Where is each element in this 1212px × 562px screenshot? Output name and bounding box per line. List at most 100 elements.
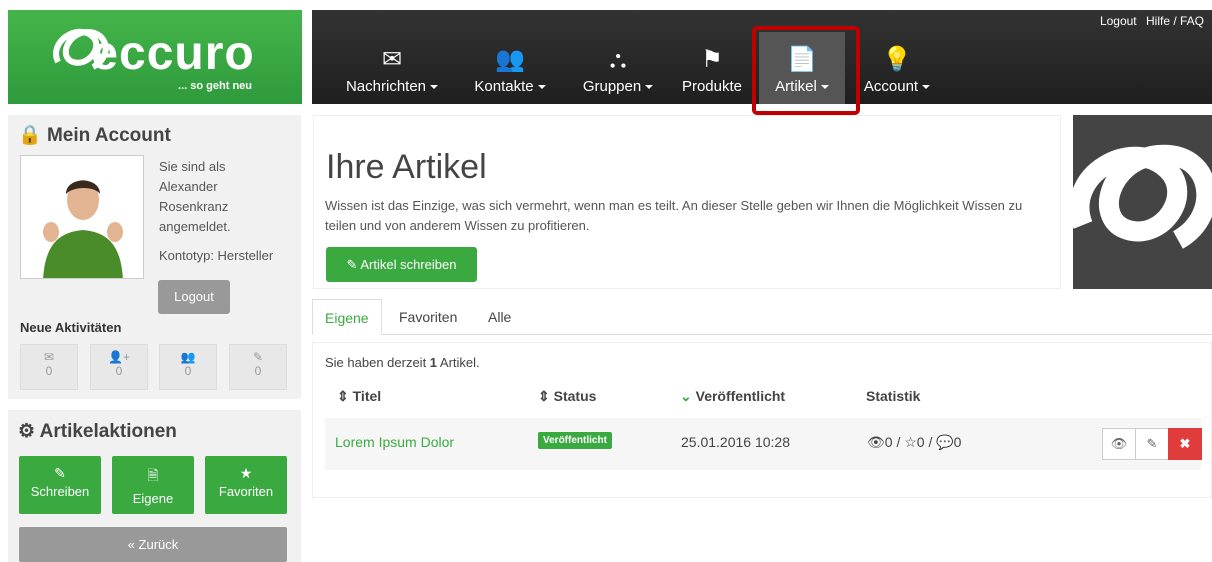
- status-badge: Veröffentlicht: [538, 432, 612, 449]
- account-info: Sie sind als Alexander Rosenkranz angeme…: [159, 157, 273, 266]
- write-article-button[interactable]: ✎ Artikel schreiben: [326, 247, 477, 282]
- intro-box: Ihre Artikel Wissen ist das Einzige, was…: [313, 115, 1061, 289]
- caret-down-icon: [922, 85, 931, 90]
- nav-nachrichten[interactable]: ✉ Nachrichten: [336, 10, 448, 104]
- column-header-title[interactable]: ⇕ Titel: [337, 388, 381, 405]
- sort-icon: ⇕: [538, 388, 550, 404]
- top-links: Logout Hilfe / FAQ: [1094, 14, 1204, 28]
- article-summary: Sie haben derzeit 1 Artikel.: [325, 355, 480, 370]
- avatar: [20, 155, 144, 279]
- favorites-button-label: Favoriten: [218, 484, 274, 499]
- page-title: Ihre Artikel: [326, 148, 487, 186]
- column-header-published[interactable]: ⌄ Veröffentlicht: [680, 388, 785, 405]
- activity-count: 0: [115, 364, 123, 378]
- account-line: Sie sind als: [159, 159, 226, 174]
- eccuro-emblem-image: [1073, 115, 1212, 289]
- write-article-label: Artikel schreiben: [360, 257, 457, 272]
- back-button[interactable]: « Zurück: [19, 527, 287, 562]
- summary-count: 1: [429, 355, 438, 370]
- nav-label: Kontakte: [474, 78, 534, 95]
- favorites-button[interactable]: ★ Favoriten: [205, 456, 287, 514]
- pencil-icon: ✎: [54, 465, 66, 481]
- activity-articles[interactable]: ✎ 0: [229, 344, 287, 390]
- intro-text: Wissen ist das Einzige, was sich vermehr…: [325, 198, 1023, 233]
- article-title-link[interactable]: Lorem Ipsum Dolor: [335, 434, 454, 450]
- column-header-status[interactable]: ⇕ Status: [538, 388, 596, 405]
- actions-title: ⚙ Artikelaktionen: [18, 420, 177, 443]
- brand-name: eccuro: [91, 26, 255, 80]
- edit-button[interactable]: ✎: [1135, 428, 1169, 460]
- tab-bar: Eigene Favoriten Alle: [312, 299, 1212, 335]
- nav-label: Account: [863, 78, 919, 95]
- activity-groups[interactable]: 👥 0: [159, 344, 217, 390]
- header-label: Titel: [352, 388, 382, 404]
- account-line: angemeldet.: [159, 219, 231, 234]
- nav-label: Nachrichten: [345, 78, 427, 95]
- tab-favoriten[interactable]: Favoriten: [387, 299, 469, 335]
- edit-icon: ✎: [252, 350, 264, 364]
- close-icon: ✖: [1179, 436, 1191, 451]
- lock-icon: 🔒: [18, 125, 42, 146]
- users-icon: 👥: [495, 46, 525, 73]
- activity-messages[interactable]: ✉ 0: [20, 344, 78, 390]
- article-list: Sie haben derzeit 1 Artikel. ⇕ Titel ⇕ S…: [312, 342, 1212, 498]
- caret-down-icon: [430, 85, 439, 90]
- account-title-text: Mein Account: [46, 125, 171, 146]
- caret-down-icon: [537, 85, 546, 90]
- lightbulb-icon: 💡: [882, 46, 912, 73]
- article-actions-panel: ⚙ Artikelaktionen ✎ Schreiben 🗎 Eigene ★…: [8, 410, 301, 562]
- envelope-icon: ✉: [43, 350, 55, 364]
- column-header-stats: Statistik: [866, 388, 921, 404]
- chevron-down-icon: ⌄: [680, 388, 692, 404]
- tab-alle[interactable]: Alle: [476, 299, 523, 335]
- write-button-label: Schreiben: [30, 484, 90, 499]
- logout-button[interactable]: Logout: [158, 280, 230, 314]
- actions-title-text: Artikelaktionen: [39, 421, 177, 442]
- file-icon: 🗎: [147, 467, 159, 483]
- avatar-image: [21, 156, 143, 278]
- add-user-icon: 👤+: [108, 350, 130, 364]
- eye-icon: 👁: [1110, 436, 1128, 451]
- activities-title: Neue Aktivitäten: [20, 320, 122, 335]
- knot-icon: [1073, 144, 1212, 249]
- activity-count: 0: [254, 364, 262, 378]
- flag-icon: ⚑: [701, 46, 723, 73]
- pencil-icon: ✎: [346, 257, 358, 272]
- help-faq-link[interactable]: Hilfe / FAQ: [1146, 14, 1204, 28]
- table-row: Lorem Ipsum Dolor Veröffentlicht 25.01.2…: [325, 418, 1202, 470]
- delete-button[interactable]: ✖: [1168, 428, 1202, 460]
- eccuro-logo[interactable]: eccuro ... so geht neu: [8, 10, 302, 104]
- sort-icon: ⇕: [337, 388, 349, 404]
- gear-icon: ⚙: [18, 421, 36, 442]
- activity-contacts[interactable]: 👤+ 0: [90, 344, 148, 390]
- nav-label: Produkte: [681, 78, 743, 95]
- group-network-icon: ⛬: [609, 46, 627, 73]
- tab-eigene[interactable]: Eigene: [312, 299, 382, 335]
- published-date: 25.01.2016 10:28: [681, 434, 790, 450]
- star-icon: ★: [239, 465, 253, 481]
- view-button[interactable]: 👁: [1102, 428, 1136, 460]
- nav-account[interactable]: 💡 Account: [852, 10, 942, 104]
- logout-link[interactable]: Logout: [1100, 14, 1137, 28]
- account-type: Kontotyp: Hersteller: [159, 248, 274, 263]
- account-line: Alexander: [159, 179, 218, 194]
- nav-produkte[interactable]: ⚑ Produkte: [676, 10, 748, 104]
- highlight-box: [752, 26, 860, 115]
- write-button[interactable]: ✎ Schreiben: [19, 456, 101, 514]
- header-label: Veröffentlicht: [695, 388, 786, 404]
- envelope-icon: ✉: [381, 46, 403, 73]
- article-stats: 👁0 / ☆0 / 💬0: [867, 434, 962, 450]
- nav-gruppen[interactable]: ⛬ Gruppen: [570, 10, 666, 104]
- nav-kontakte[interactable]: 👥 Kontakte: [462, 10, 558, 104]
- group-icon: 👥: [180, 350, 196, 364]
- caret-down-icon: [645, 85, 654, 90]
- summary-text: Sie haben derzeit: [325, 355, 430, 370]
- brand-tagline: ... so geht neu: [178, 80, 252, 92]
- own-button-label: Eigene: [132, 491, 174, 506]
- own-button[interactable]: 🗎 Eigene: [112, 456, 194, 514]
- summary-text: Artikel.: [437, 355, 480, 370]
- nav-label: Gruppen: [582, 78, 642, 95]
- header-label: Status: [553, 388, 597, 404]
- activity-count: 0: [45, 364, 53, 378]
- edit-icon: ✎: [1146, 436, 1158, 451]
